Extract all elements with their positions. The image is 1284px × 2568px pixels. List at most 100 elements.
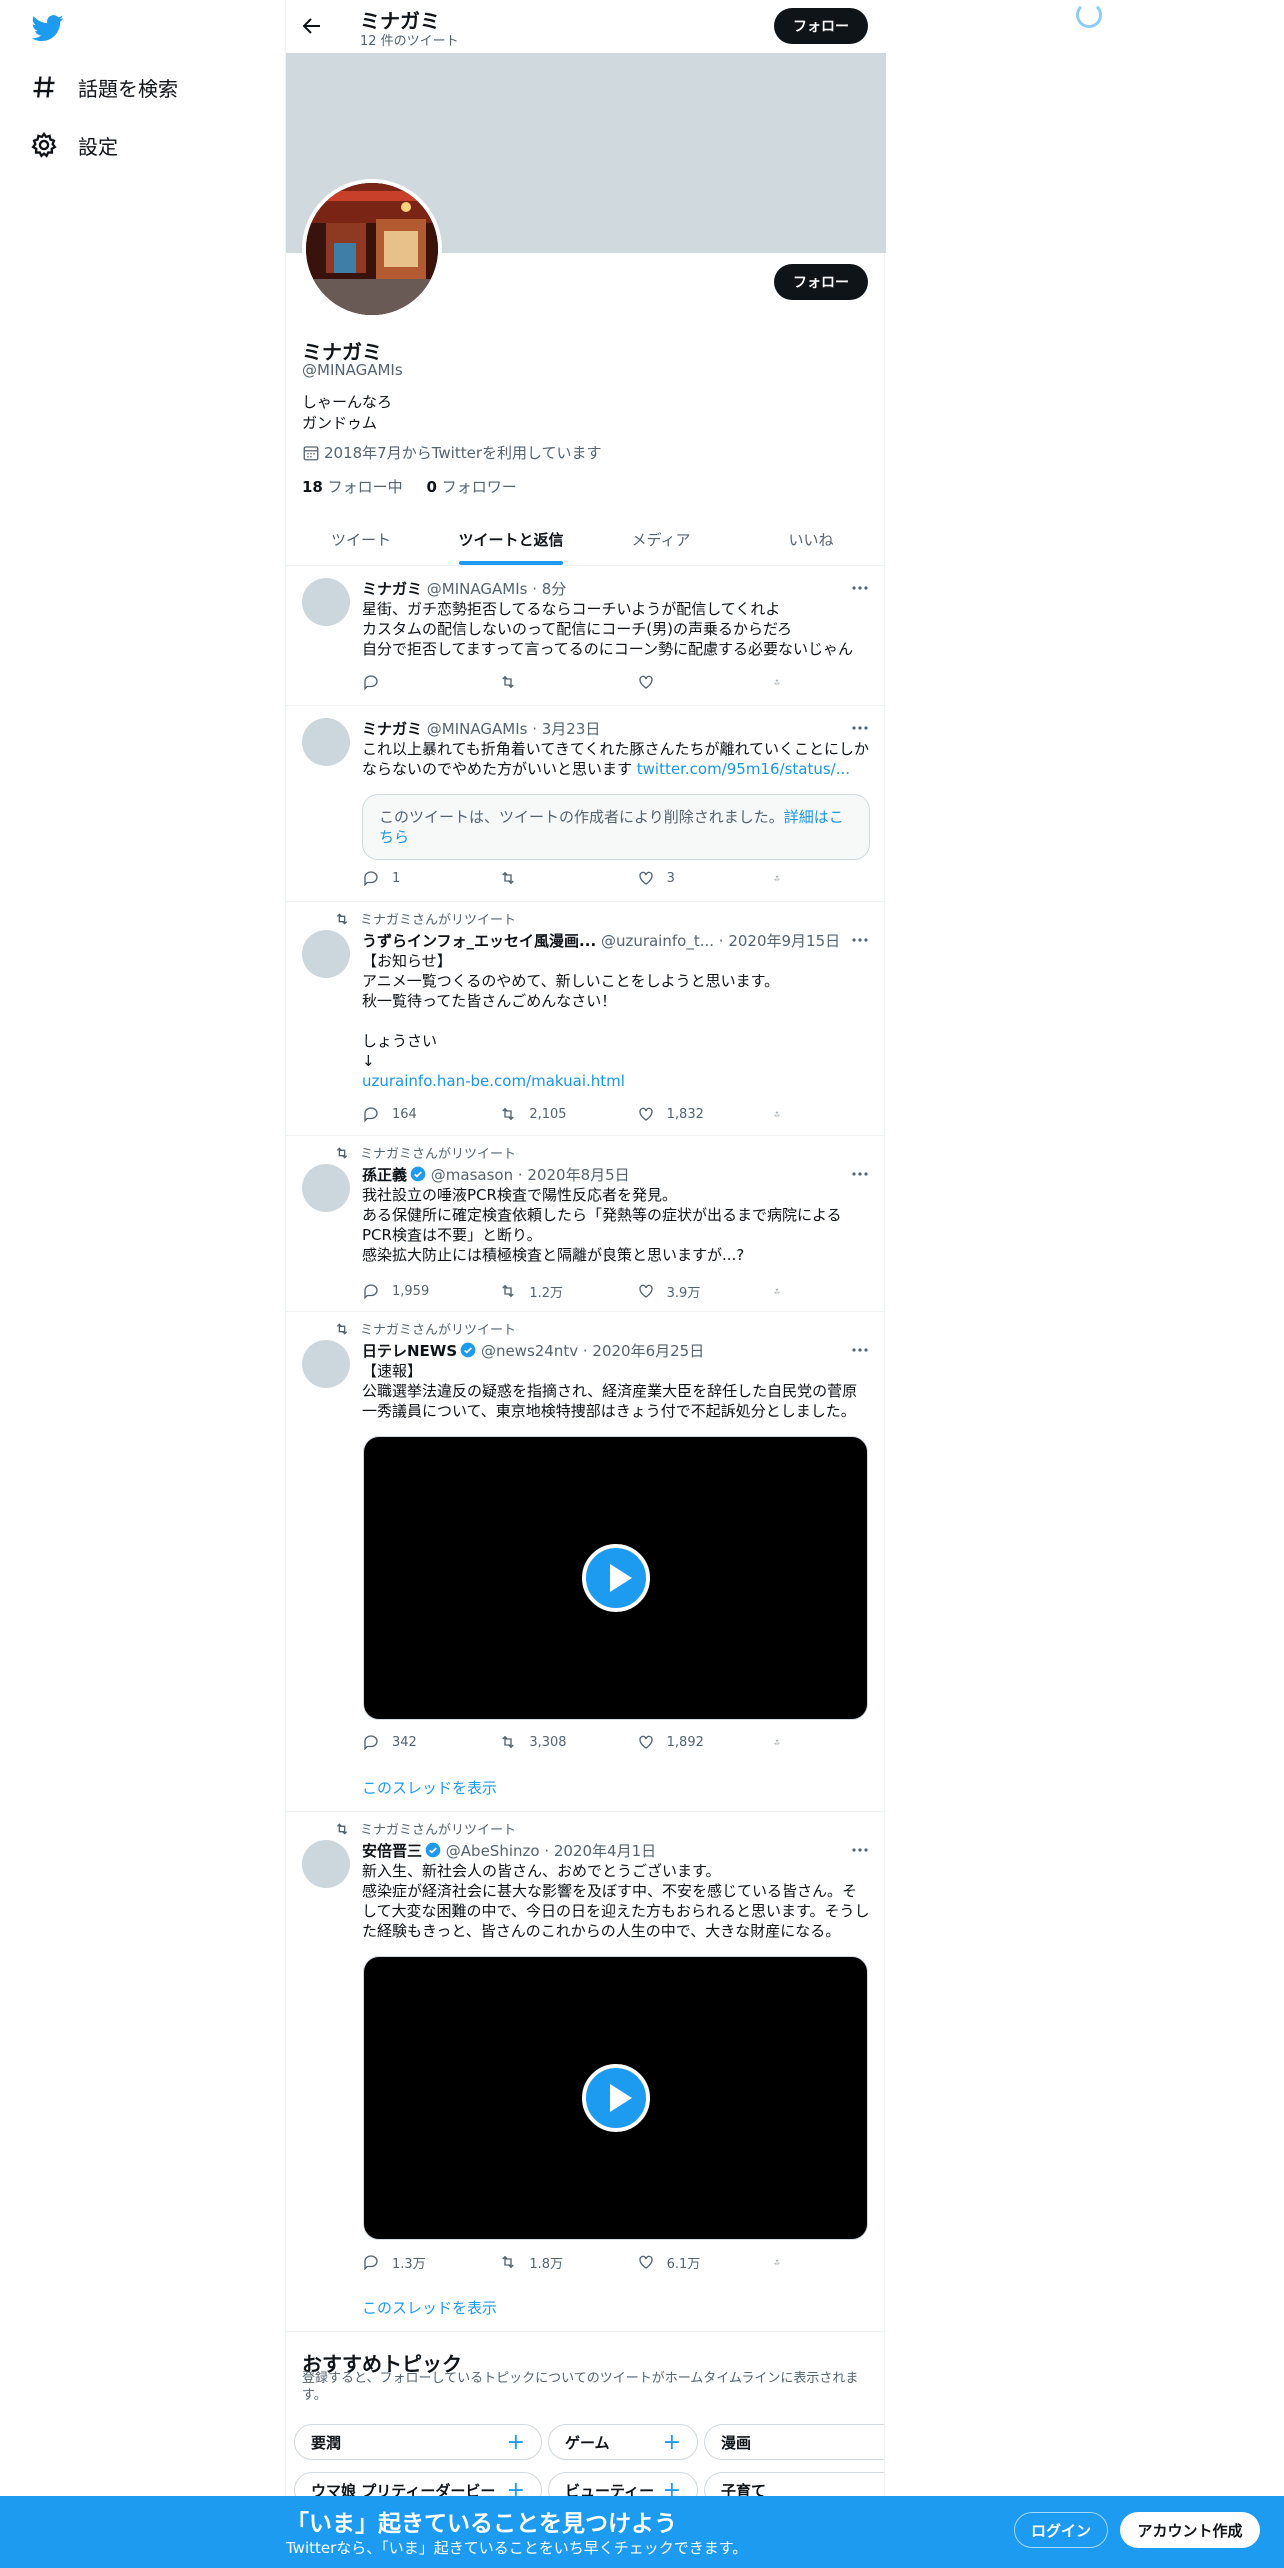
retweet-label: ミナガミさんがリツイート (334, 1819, 516, 1838)
tweet-time[interactable]: 3月23日 (542, 720, 601, 738)
reply-button[interactable]: 1,959 (362, 1281, 462, 1301)
profile-tabs: ツイート ツイートと返信 メディア いいね (286, 514, 886, 566)
like-button[interactable]: 3.9万 (637, 1281, 737, 1301)
login-button[interactable]: ログイン (1014, 2512, 1108, 2548)
reply-icon (364, 1107, 378, 1123)
retweet-label-text[interactable]: ミナガミさんがリツイート (360, 909, 516, 928)
tweet-handle[interactable]: @masason (431, 1166, 513, 1184)
tweet-author-name[interactable]: ミナガミ (362, 720, 422, 738)
tweet-text: 新入生、新社会人の皆さん、おめでとうございます。 感染症が経済社会に甚大な影響を… (362, 1862, 870, 1940)
like-button[interactable] (637, 672, 737, 692)
like-button[interactable]: 1,832 (637, 1104, 737, 1124)
like-count: 1,832 (666, 1106, 704, 1122)
avatar[interactable] (302, 1164, 350, 1212)
tweet[interactable]: ミナガミさんがリツイート 日テレNEWS @news24ntv · 2020年6… (286, 1312, 886, 1812)
like-button[interactable]: 1,892 (637, 1732, 737, 1752)
retweet-button[interactable] (499, 672, 599, 692)
avatar[interactable] (302, 1340, 350, 1388)
tab-media[interactable]: メディア (586, 514, 736, 565)
topic-chip[interactable]: 漫画 (704, 2424, 884, 2460)
profile-follow-stats: 18 フォロー中 0 フォロワー (302, 476, 517, 497)
tab-tweets[interactable]: ツイート (286, 514, 436, 565)
retweet-button[interactable] (499, 868, 599, 888)
reply-button[interactable] (362, 672, 462, 692)
heart-icon (638, 1107, 653, 1121)
play-icon[interactable] (581, 1544, 650, 1612)
tweet[interactable]: ミナガミ @MINAGAMIs · 8分 星街、ガチ恋勢拒否してるならコーチいよ… (286, 566, 886, 706)
signup-button[interactable]: アカウント作成 (1120, 2512, 1260, 2548)
share-button[interactable] (774, 1104, 792, 1124)
tweet-header: 安倍晋三 @AbeShinzo · 2020年4月1日 (362, 1842, 657, 1860)
retweet-button[interactable]: 1.8万 (499, 2252, 599, 2272)
share-icon (774, 1739, 780, 1745)
share-button[interactable] (774, 1732, 792, 1752)
tweet-time[interactable]: 2020年6月25日 (592, 1342, 704, 1360)
deleted-quote-card: このツイートは、ツイートの作成者により削除されました。詳細はこちら (362, 794, 870, 860)
avatar[interactable] (302, 1840, 350, 1888)
sidebar-item-explore[interactable]: 話題を検索 (30, 62, 178, 112)
tweet[interactable]: ミナガミさんがリツイート 孫正義 @masason · 2020年8月5日 我社… (286, 1136, 886, 1312)
video-player[interactable] (363, 1956, 868, 2240)
plus-icon[interactable]: + (663, 2430, 681, 2455)
followers-link[interactable]: 0 フォロワー (427, 478, 517, 496)
share-button[interactable] (774, 868, 792, 888)
tweet[interactable]: ミナガミ @MINAGAMIs · 3月23日 これ以上暴れても折角着いてきてく… (286, 706, 886, 902)
tweet[interactable]: ミナガミさんがリツイート うずらインフォ_エッセイ風漫画... @uzurain… (286, 902, 886, 1136)
bottom-bar-title: 「いま」起きていることを見つけよう (286, 2511, 677, 2537)
tweet-author-name[interactable]: 日テレNEWS (362, 1342, 457, 1360)
tweet-link[interactable]: twitter.com/95m16/status/... (637, 760, 850, 778)
following-link[interactable]: 18 フォロー中 (302, 478, 403, 496)
retweet-label-text[interactable]: ミナガミさんがリツイート (360, 1819, 516, 1838)
tweet-handle[interactable]: @AbeShinzo (446, 1842, 540, 1860)
tweet-author-name[interactable]: 安倍晋三 (362, 1842, 422, 1860)
followers-count: 0 (426, 478, 437, 496)
tweet-handle[interactable]: @news24ntv (481, 1342, 578, 1360)
topic-chip[interactable]: 要潤 + (294, 2424, 542, 2460)
retweet-button[interactable]: 1.2万 (499, 1281, 599, 1301)
like-button[interactable]: 6.1万 (637, 2252, 737, 2272)
retweet-label-text[interactable]: ミナガミさんがリツイート (360, 1143, 516, 1162)
topic-chip[interactable]: ゲーム + (548, 2424, 698, 2460)
share-button[interactable] (774, 2252, 792, 2272)
tweet-handle[interactable]: @MINAGAMIs (427, 720, 528, 738)
tab-likes[interactable]: いいね (736, 514, 886, 565)
play-icon[interactable] (581, 2064, 650, 2132)
show-thread-link[interactable]: このスレッドを表示 (362, 1777, 497, 1798)
tweet-author-name[interactable]: ミナガミ (362, 580, 422, 598)
tweet-time[interactable]: 2020年4月1日 (554, 1842, 656, 1860)
header-follow-button[interactable]: フォロー (774, 8, 868, 44)
bio-line: ガンドゥム (302, 414, 378, 432)
profile-follow-button[interactable]: フォロー (774, 264, 868, 300)
share-button[interactable] (774, 1281, 792, 1301)
tweet-handle[interactable]: @uzurainfo_t... (601, 932, 714, 950)
avatar[interactable] (302, 578, 350, 626)
sidebar-item-settings[interactable]: 設定 (30, 120, 118, 170)
reply-button[interactable]: 342 (362, 1732, 462, 1752)
avatar[interactable] (302, 718, 350, 766)
tweet-time[interactable]: 2020年8月5日 (527, 1166, 629, 1184)
tweet[interactable]: ミナガミさんがリツイート 安倍晋三 @AbeShinzo · 2020年4月1日… (286, 1812, 886, 2332)
reply-button[interactable]: 164 (362, 1104, 462, 1124)
show-thread-link[interactable]: このスレッドを表示 (362, 2297, 497, 2318)
tab-tweets-replies[interactable]: ツイートと返信 (436, 514, 586, 565)
tweet-author-name[interactable]: うずらインフォ_エッセイ風漫画... (362, 932, 596, 950)
retweet-button[interactable]: 3,308 (499, 1732, 599, 1752)
tweet-handle[interactable]: @MINAGAMIs (427, 580, 528, 598)
tweet-time[interactable]: 8分 (542, 580, 567, 598)
avatar[interactable] (302, 930, 350, 978)
back-arrow-icon[interactable] (300, 14, 324, 38)
tweet-author-name[interactable]: 孫正義 (362, 1166, 407, 1184)
tweet-time[interactable]: 2020年9月15日 (728, 932, 840, 950)
twitter-logo-icon[interactable] (30, 12, 66, 44)
tweet-link[interactable]: uzurainfo.han-be.com/makuai.html (362, 1071, 870, 1091)
plus-icon[interactable]: + (507, 2430, 525, 2455)
video-player[interactable] (363, 1436, 868, 1720)
retweet-label-text[interactable]: ミナガミさんがリツイート (360, 1319, 516, 1338)
reply-button[interactable]: 1 (362, 868, 462, 888)
like-button[interactable]: 3 (637, 868, 737, 888)
heart-icon (638, 675, 653, 689)
profile-avatar[interactable] (302, 179, 442, 319)
retweet-button[interactable]: 2,105 (499, 1104, 599, 1124)
share-button[interactable] (774, 672, 792, 692)
reply-button[interactable]: 1.3万 (362, 2252, 462, 2272)
